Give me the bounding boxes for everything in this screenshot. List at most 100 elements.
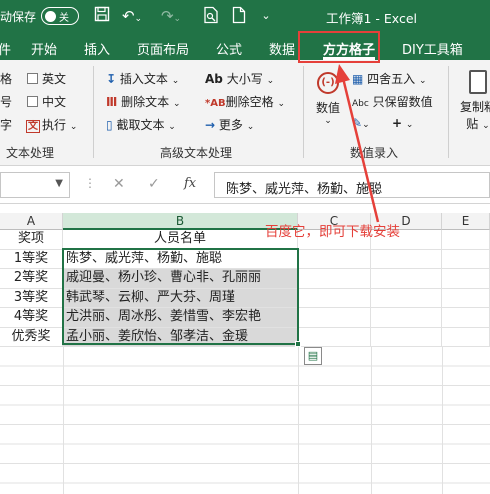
table-cell[interactable] — [442, 230, 490, 250]
table-cell-names[interactable]: 尤洪丽、周冰彤、姜惜雪、李宏艳 — [63, 308, 298, 328]
group-separator — [448, 66, 449, 158]
ribbon-tabs: 件 开始 插入 页面布局 公式 数据 方方格子 DIY工具箱 — [0, 33, 490, 60]
cell-names-header[interactable]: 人员名单 — [63, 230, 298, 250]
tab-formulas[interactable]: 公式 — [216, 39, 242, 58]
table-cell-names[interactable]: 戚迎曼、杨小珍、曹心非、孔丽丽 — [63, 269, 298, 289]
group-label-advanced-text: 高级文本处理 — [160, 146, 233, 160]
arrow-right-icon: → — [205, 118, 216, 132]
copy-paste-button[interactable]: 复制粘 贴 ⌄ — [458, 68, 490, 138]
undo-icon[interactable]: ↶⌄ — [121, 6, 143, 26]
table-cell[interactable] — [298, 308, 371, 328]
tab-page-layout[interactable]: 页面布局 — [137, 39, 189, 58]
english-label: 英文 — [42, 72, 67, 86]
name-box[interactable]: ▼ — [0, 172, 70, 198]
new-file-icon[interactable] — [229, 6, 249, 26]
table-cell-names[interactable]: 陈梦、威光萍、杨勤、施聪 — [63, 249, 298, 269]
table-cell[interactable] — [298, 249, 371, 269]
edit-number-button[interactable]: ✎⌄ — [352, 116, 370, 130]
chevron-down-icon[interactable]: ▼ — [55, 178, 63, 189]
extract-text-button[interactable]: ▯ 截取文本 ⌄ — [106, 116, 176, 133]
ribbon-item-symbol[interactable]: 符号 — [0, 93, 12, 110]
more-options-icon[interactable]: ⋮ — [84, 176, 96, 190]
numeric-label: 数值 — [315, 101, 340, 115]
table-cell[interactable] — [371, 269, 442, 289]
case-icon: Ab — [205, 72, 223, 86]
execute-button[interactable]: 文执行 ⌄ — [26, 116, 77, 133]
table-cell[interactable] — [442, 249, 490, 269]
toggle-knob — [45, 10, 56, 22]
table-cell[interactable] — [371, 308, 442, 328]
table-cell-names[interactable]: 韩武琴、云柳、严大芬、周瑾 — [63, 288, 298, 308]
table-cell[interactable] — [442, 288, 490, 308]
chinese-checkbox[interactable]: 中文 — [27, 93, 66, 110]
ribbon-body: 空格 符号 文字 英文 中文 文执行 ⌄ 文本处理 ↧ 插入文本 ⌄ Ⅲ 删除文… — [0, 60, 490, 166]
delete-spaces-icon: *AB — [205, 98, 226, 109]
checkbox-icon — [27, 73, 38, 84]
numeric-button[interactable]: (-) 数值 ⌄ — [312, 68, 344, 128]
tab-diy-toolbox[interactable]: DIY工具箱 — [402, 39, 463, 58]
group-label-text-processing: 文本处理 — [6, 146, 55, 160]
formula-input[interactable]: 陈梦、威光萍、杨勤、施聪 — [214, 172, 490, 198]
table-cell-award[interactable]: 4等奖 — [0, 308, 63, 328]
fill-handle[interactable] — [295, 341, 301, 347]
customize-qat-icon[interactable]: ⌄ — [258, 6, 274, 26]
empty-grid-area[interactable] — [0, 347, 490, 494]
delete-spaces-button[interactable]: *AB删除空格 ⌄ — [205, 93, 285, 110]
table-cell-names[interactable]: 孟小丽、姜欣怡、邹孝洁、金瑗 — [63, 327, 298, 347]
checkbox-icon — [27, 96, 38, 107]
round-button[interactable]: ▦ 四舍五入 ⌄ — [352, 70, 427, 87]
col-line — [442, 347, 443, 494]
table-cell[interactable] — [298, 288, 371, 308]
autosave-toggle[interactable]: 关 — [41, 7, 79, 25]
copy-paste-label-line2: 贴 ⌄ — [466, 117, 490, 131]
keep-value-icon: Abc — [352, 99, 369, 109]
tab-insert[interactable]: 插入 — [84, 39, 110, 58]
quick-analysis-icon[interactable]: ▤ — [304, 347, 322, 365]
table-cell[interactable] — [371, 249, 442, 269]
insert-function-icon[interactable]: fx — [184, 176, 196, 191]
table-cell-award[interactable]: 3等奖 — [0, 288, 63, 308]
delete-text-label: 删除文本 — [121, 95, 170, 109]
col-line — [371, 347, 372, 494]
group-label-number-entry: 数值录入 — [350, 146, 399, 160]
tab-data[interactable]: 数据 — [269, 39, 295, 58]
print-preview-icon[interactable] — [201, 6, 221, 26]
table-cell[interactable] — [442, 269, 490, 289]
redo-icon[interactable]: ↷⌄ — [160, 6, 182, 26]
copy-paste-label-line1: 复制粘 — [459, 100, 490, 114]
column-header-b[interactable]: B — [63, 213, 298, 230]
ribbon-item-text[interactable]: 文字 — [0, 116, 12, 133]
table-cell[interactable] — [298, 327, 371, 347]
more-button[interactable]: → 更多 ⌄ — [205, 116, 254, 133]
table-cell-award[interactable]: 2等奖 — [0, 269, 63, 289]
more-label: 更多 — [218, 118, 243, 132]
ribbon-item-space[interactable]: 空格 — [0, 70, 12, 87]
table-cell[interactable] — [442, 327, 490, 347]
execute-label: 执行 — [42, 118, 67, 132]
table-cell[interactable] — [371, 327, 442, 347]
enter-icon[interactable]: ✓ — [148, 176, 160, 192]
tab-file[interactable]: 件 — [0, 39, 11, 58]
save-icon[interactable] — [92, 6, 112, 26]
tab-home[interactable]: 开始 — [31, 39, 57, 58]
column-header-a[interactable]: A — [0, 213, 63, 230]
add-button[interactable]: + ⌄ — [392, 116, 413, 130]
extract-text-icon: ▯ — [106, 118, 113, 132]
clipboard-icon — [469, 70, 487, 94]
table-cell-award[interactable]: 优秀奖 — [0, 327, 63, 347]
execute-icon: 文 — [26, 120, 40, 133]
cell-award-header[interactable]: 奖项 — [0, 230, 63, 250]
table-cell-award[interactable]: 1等奖 — [0, 249, 63, 269]
extract-text-label: 截取文本 — [116, 118, 165, 132]
english-checkbox[interactable]: 英文 — [27, 70, 66, 87]
delete-text-button[interactable]: Ⅲ 删除文本 ⌄ — [106, 93, 181, 110]
table-cell[interactable] — [442, 308, 490, 328]
table-cell[interactable] — [298, 269, 371, 289]
column-header-e[interactable]: E — [442, 213, 490, 230]
table-cell[interactable] — [371, 288, 442, 308]
annotation-text: 百度它，即可下载安装 — [265, 224, 400, 240]
insert-text-button[interactable]: ↧ 插入文本 ⌄ — [106, 70, 179, 87]
case-button[interactable]: Ab 大小写 ⌄ — [205, 70, 274, 87]
cancel-icon[interactable]: ✕ — [113, 176, 125, 192]
keep-value-button[interactable]: Abc 只保留数值 — [352, 93, 433, 110]
